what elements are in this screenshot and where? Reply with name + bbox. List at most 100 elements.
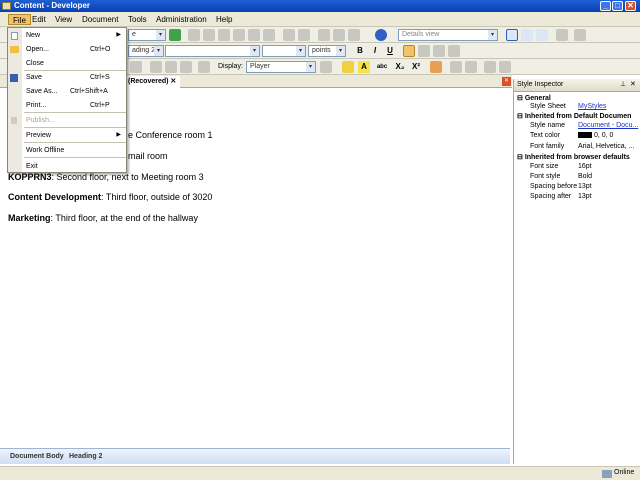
spell-check-icon[interactable] — [150, 61, 162, 73]
status-bar: Online — [0, 466, 640, 480]
menu-edit[interactable]: Edit — [28, 14, 50, 25]
section-default-document[interactable]: ⊟ Inherited from Default Documen — [517, 112, 631, 120]
bullet-list-icon[interactable] — [450, 61, 462, 73]
breadcrumb-document-body[interactable]: Document Body — [10, 453, 64, 460]
menu-item-save-as[interactable]: Save As... Ctrl+Shift+A — [8, 85, 126, 98]
zoom-icon[interactable] — [320, 61, 332, 73]
help-icon[interactable] — [375, 29, 387, 41]
find-icon[interactable] — [248, 29, 260, 41]
unit-combo[interactable]: points ▾ — [308, 45, 346, 57]
menu-administration[interactable]: Administration — [152, 14, 211, 25]
view-combo[interactable]: Details view ▾ — [398, 29, 498, 41]
prop-label: Font size — [530, 163, 559, 170]
outdent-icon[interactable] — [484, 61, 496, 73]
prop-label: Spacing after — [530, 193, 572, 200]
table-icon[interactable] — [318, 29, 330, 41]
spell-icon[interactable] — [130, 61, 142, 73]
align-left-icon[interactable] — [403, 45, 415, 57]
menu-item-print[interactable]: Print... Ctrl+P — [8, 99, 126, 112]
redo-icon[interactable] — [298, 29, 310, 41]
style-combo[interactable]: ading 2 ▾ — [128, 45, 164, 57]
title-bar[interactable]: Content - Developer _ □ ✕ — [0, 0, 640, 12]
layout-columns-icon[interactable] — [536, 29, 548, 41]
prop-value-link[interactable]: MyStyles — [578, 103, 606, 110]
display-label: Display: — [218, 63, 243, 70]
font-combo[interactable]: ▾ — [165, 45, 260, 57]
menu-separator — [24, 157, 126, 158]
doc-line-3: KOPPRN3: Second floor, next to Meeting r… — [8, 172, 204, 182]
align-right-icon[interactable] — [433, 45, 445, 57]
prop-value: 13pt — [578, 183, 592, 190]
pin-icon[interactable]: ⊥ — [620, 79, 626, 91]
sync-icon[interactable] — [574, 29, 586, 41]
underline-button[interactable]: U — [384, 45, 396, 57]
style-inspector-panel: Style Inspector ⊥ ✕ ⊟ General Style Shee… — [513, 79, 640, 464]
strikethrough-button[interactable]: abc — [376, 61, 388, 73]
section-browser-defaults[interactable]: ⊟ Inherited from browser defaults — [517, 153, 630, 161]
menu-item-preview[interactable]: Preview ▶ — [8, 129, 126, 142]
copy-icon[interactable] — [203, 29, 215, 41]
menu-view[interactable]: View — [51, 14, 76, 25]
indent-icon[interactable] — [499, 61, 511, 73]
breadcrumb-heading[interactable]: Heading 2 — [69, 453, 102, 460]
link-icon[interactable] — [263, 29, 275, 41]
prop-value: Arial, Helvetica, ... — [578, 143, 635, 150]
template-combo[interactable]: e ▾ — [128, 29, 166, 41]
prop-value: 16pt — [578, 163, 592, 170]
align-justify-icon[interactable] — [448, 45, 460, 57]
menu-help[interactable]: Help — [212, 14, 236, 25]
prop-value-link[interactable]: Document - Docu... — [578, 122, 638, 129]
menu-tools[interactable]: Tools — [124, 14, 151, 25]
size-combo[interactable]: ▾ — [262, 45, 306, 57]
text-color-value: 0, 0, 0 — [578, 132, 613, 139]
maximize-button[interactable]: □ — [612, 1, 623, 11]
display-combo[interactable]: Player ▾ — [246, 61, 316, 73]
close-editor-icon[interactable]: ✕ — [502, 77, 511, 86]
layout-split-icon[interactable] — [521, 29, 533, 41]
menu-item-open[interactable]: Open... Ctrl+O — [8, 43, 126, 56]
menu-item-exit[interactable]: Exit — [8, 160, 126, 173]
prop-label: Font style — [530, 173, 561, 180]
menu-item-close[interactable]: Close — [8, 57, 126, 70]
italic-button[interactable]: I — [369, 45, 381, 57]
menu-item-save[interactable]: Save Ctrl+S — [8, 71, 126, 84]
go-icon[interactable] — [169, 29, 181, 41]
menu-item-new[interactable]: New ▶ — [8, 29, 126, 42]
app-icon — [2, 2, 11, 10]
page-icon[interactable] — [198, 61, 210, 73]
menu-item-work-offline[interactable]: Work Offline — [8, 144, 126, 157]
close-panel-icon[interactable]: ✕ — [630, 79, 636, 91]
numbered-list-icon[interactable] — [465, 61, 477, 73]
undo-icon[interactable] — [283, 29, 295, 41]
cut-icon[interactable] — [188, 29, 200, 41]
close-window-button[interactable]: ✕ — [625, 1, 636, 11]
image-icon[interactable] — [333, 29, 345, 41]
layout-single-icon[interactable] — [506, 29, 518, 41]
color-swatch — [578, 132, 592, 139]
section-general[interactable]: ⊟ General — [517, 94, 551, 102]
bookmark-icon[interactable] — [180, 61, 192, 73]
highlight-icon[interactable] — [342, 61, 354, 73]
menu-document[interactable]: Document — [78, 14, 122, 25]
delete-icon[interactable] — [233, 29, 245, 41]
paste-icon[interactable] — [218, 29, 230, 41]
menu-separator — [24, 142, 126, 143]
font-color-button[interactable]: A — [358, 61, 370, 73]
eraser-icon[interactable] — [430, 61, 442, 73]
close-tab-icon[interactable]: ✕ — [170, 78, 176, 85]
align-center-icon[interactable] — [418, 45, 430, 57]
connection-status: Online — [614, 469, 635, 476]
tab-document[interactable]: (Recovered) ✕ — [124, 76, 181, 88]
prop-label: Font family — [530, 143, 565, 150]
settings-icon[interactable] — [556, 29, 568, 41]
menu-bar: File Edit View Document Tools Administra… — [0, 12, 640, 27]
find-replace-icon[interactable] — [165, 61, 177, 73]
minimize-button[interactable]: _ — [600, 1, 611, 11]
superscript-button[interactable]: X² — [410, 61, 422, 73]
media-icon[interactable] — [348, 29, 360, 41]
inspector-header: Style Inspector ⊥ ✕ — [514, 79, 640, 92]
subscript-button[interactable]: X₂ — [394, 61, 406, 73]
prop-label: Text color — [530, 132, 560, 139]
doc-line-5: Marketing: Third floor, at the end of th… — [8, 213, 198, 223]
bold-button[interactable]: B — [354, 45, 366, 57]
